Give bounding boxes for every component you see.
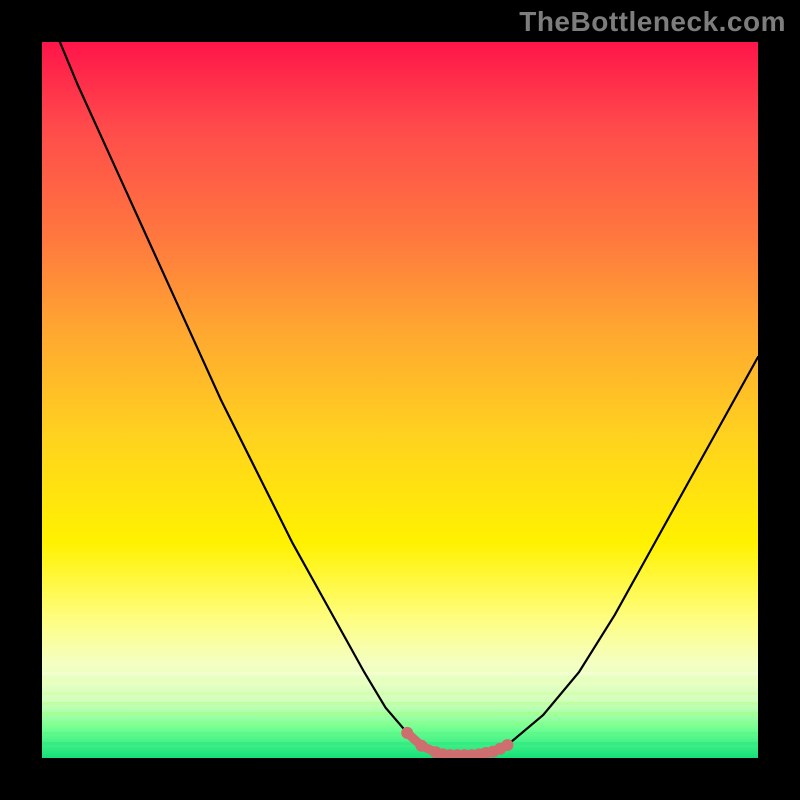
gradient-plot-area: [42, 42, 758, 758]
watermark-text: TheBottleneck.com: [519, 6, 786, 38]
chart-container: TheBottleneck.com: [0, 0, 800, 800]
